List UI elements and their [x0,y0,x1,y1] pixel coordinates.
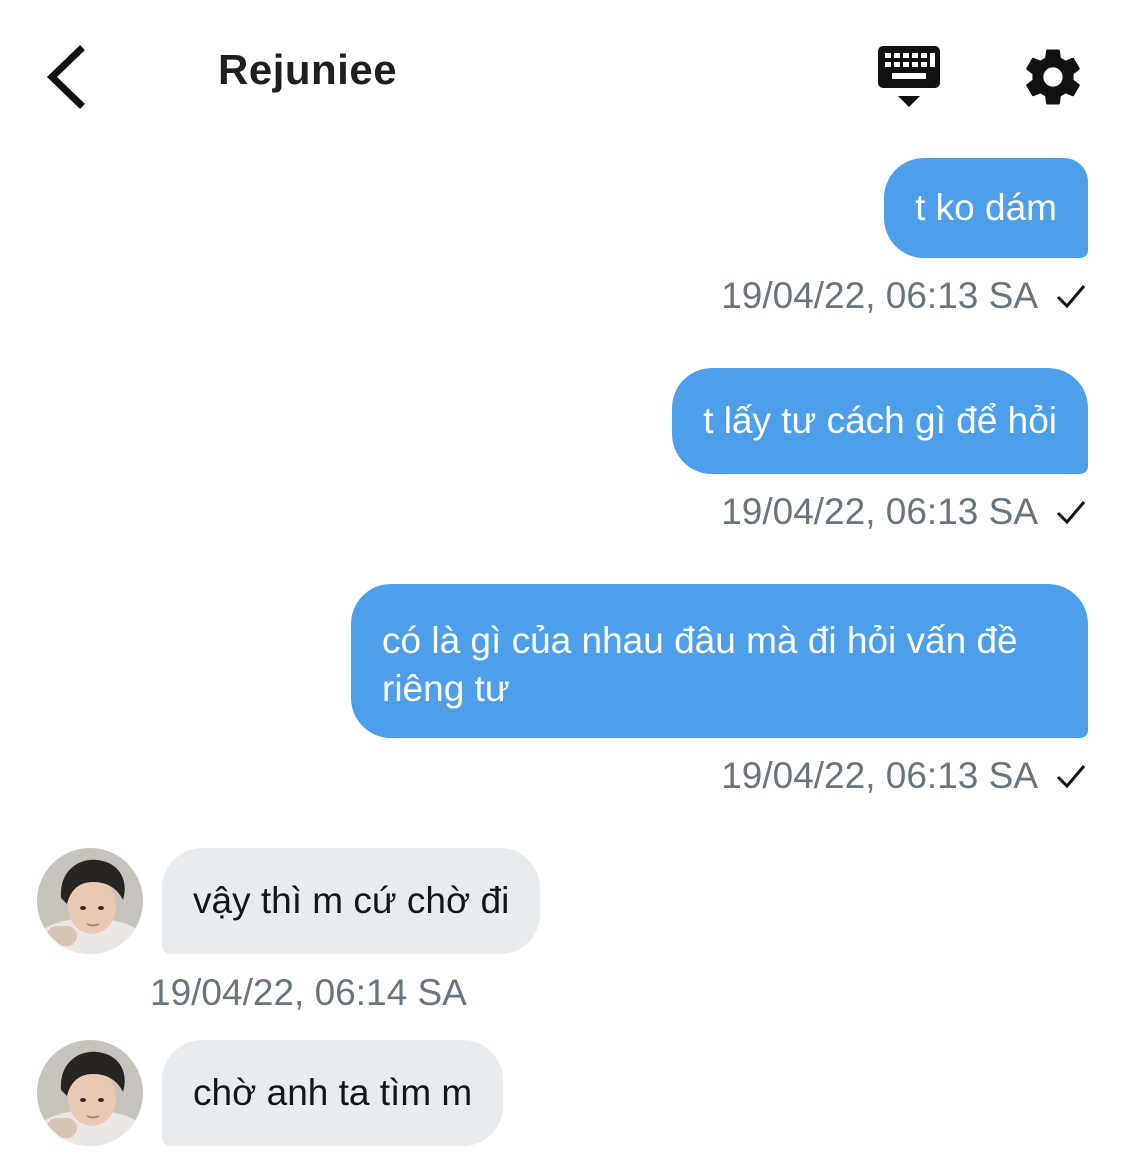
received-message-bubble[interactable]: chờ anh ta tìm m [162,1040,504,1146]
message-text: t ko dám [915,187,1057,228]
sent-message-bubble[interactable]: t lấy tư cách gì để hỏi [672,368,1088,474]
sent-message-bubble[interactable]: t ko dám [884,158,1088,258]
keyboard-hide-button[interactable] [876,44,942,110]
avatar-image [37,1040,143,1146]
message-meta: 19/04/22, 06:13 SA [721,755,1088,797]
conversation-title[interactable]: Rejuniee [218,46,397,94]
message-timestamp: 19/04/22, 06:14 SA [150,972,467,1013]
keyboard-hide-icon [878,46,940,107]
back-button[interactable] [40,40,100,110]
received-message-bubble[interactable]: vậy thì m cứ chờ đi [162,848,541,954]
message-text: có là gì của nhau đâu mà đi hỏi vấn đề r… [382,620,1018,709]
message-timestamp: 19/04/22, 06:13 SA [721,755,1038,796]
check-icon [1056,501,1086,525]
message-timestamp: 19/04/22, 06:13 SA [721,275,1038,316]
message-text: t lấy tư cách gì để hỏi [703,400,1057,441]
message-text: chờ anh ta tìm m [193,1072,473,1113]
message-meta: 19/04/22, 06:13 SA [721,275,1088,317]
message-timestamp: 19/04/22, 06:13 SA [721,491,1038,532]
settings-button[interactable] [1020,44,1086,110]
gear-icon [1026,49,1080,105]
chat-header: Rejuniee [0,0,1125,150]
check-icon [1056,765,1086,789]
chevron-left-icon [46,45,85,109]
sender-avatar[interactable] [37,1040,143,1146]
message-text: vậy thì m cứ chờ đi [193,880,510,921]
sender-avatar[interactable] [37,848,143,954]
sent-message-bubble[interactable]: có là gì của nhau đâu mà đi hỏi vấn đề r… [351,584,1088,738]
message-meta: 19/04/22, 06:13 SA [721,491,1088,533]
check-icon [1056,285,1086,309]
avatar-image [37,848,143,954]
